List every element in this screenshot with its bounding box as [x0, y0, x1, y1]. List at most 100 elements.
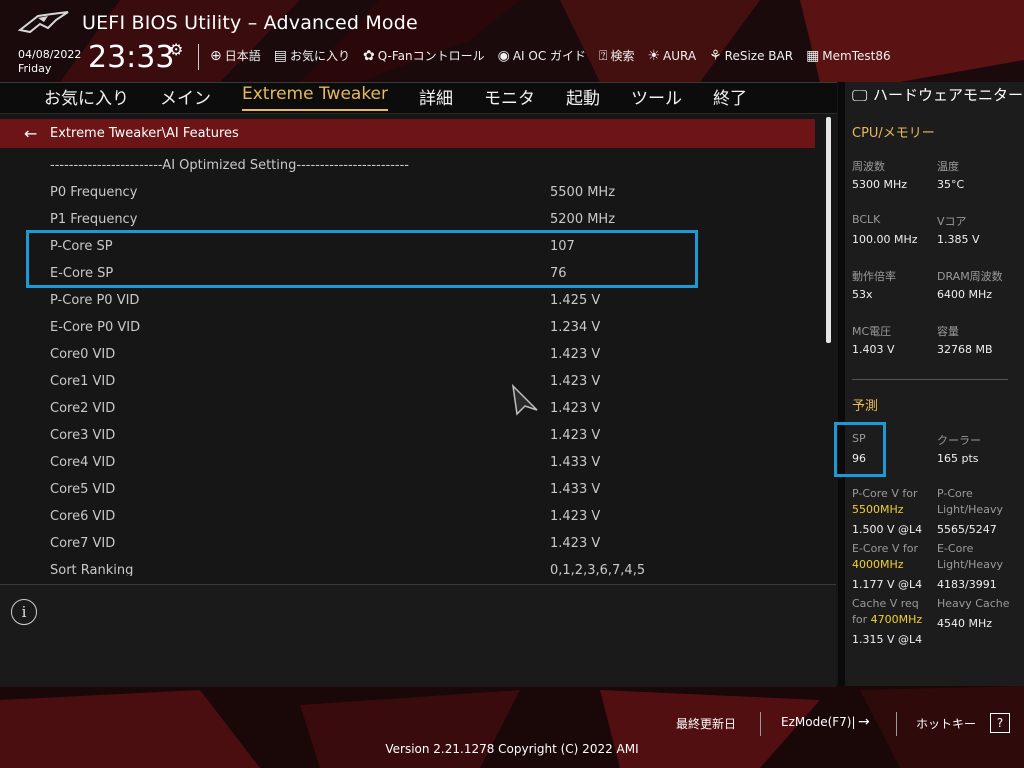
setting-row[interactable]: Core6 VID 1.423 V	[50, 509, 750, 536]
toolbar-item-memtest[interactable]: ▦ MemTest86	[806, 47, 891, 64]
pcore-lh-label: P-Core	[937, 487, 973, 500]
clock-display: 23:33	[88, 40, 175, 75]
hw-stat-value: 1.385 V	[937, 233, 980, 246]
setting-value: 1.423 V	[550, 401, 601, 416]
setting-label: Core1 VID	[50, 374, 116, 389]
menu-tab-2[interactable]: Extreme Tweaker	[242, 84, 389, 111]
gear-icon[interactable]: ⚙	[169, 40, 183, 59]
ecore-lh-value: 4183/3991	[937, 578, 997, 591]
setting-value: 1.234 V	[550, 320, 601, 335]
hw-stat-label: 容量	[937, 325, 959, 338]
setting-value: 1.423 V	[550, 347, 601, 362]
setting-value: 0,1,2,3,6,7,4,5	[550, 563, 646, 576]
setting-row[interactable]: Sort Ranking 0,1,2,3,6,7,4,5	[50, 563, 750, 576]
setting-row[interactable]: P-Core P0 VID 1.425 V	[50, 293, 750, 320]
menu-tab-0[interactable]: お気に入り	[44, 84, 129, 111]
ezmode-button[interactable]: EzMode(F7)|	[781, 715, 856, 729]
toolbar-label: 日本語	[224, 49, 261, 63]
setting-label: Core2 VID	[50, 401, 116, 416]
menu-tab-3[interactable]: 詳細	[419, 84, 453, 111]
header-divider	[198, 44, 199, 70]
aura-icon: ☀	[647, 47, 661, 64]
setting-row[interactable]: Core3 VID 1.423 V	[50, 428, 750, 455]
hardware-divider	[852, 379, 1008, 380]
setting-row[interactable]: Core4 VID 1.433 V	[50, 455, 750, 482]
hw-stat-label: DRAM周波数	[937, 270, 1003, 283]
scrollbar[interactable]	[826, 117, 831, 343]
pcore-lh-value: 5565/5247	[937, 523, 997, 536]
menu-tab-6[interactable]: ツール	[631, 84, 682, 111]
setting-row[interactable]: Core1 VID 1.423 V	[50, 374, 750, 401]
ecore-v-label: E-Core V for	[852, 542, 919, 555]
hw-stat-label: BCLK	[852, 213, 881, 226]
setting-row[interactable]: P0 Frequency 5500 MHz	[50, 185, 750, 212]
rog-logo	[18, 11, 69, 34]
toolbar-item-ai-oc[interactable]: ◉ AI OC ガイド	[498, 47, 586, 64]
highlight-box-core-sp	[26, 230, 698, 288]
back-arrow-icon[interactable]: ←	[24, 124, 37, 143]
setting-label: Core7 VID	[50, 536, 116, 551]
hw-stat-value: 5300 MHz	[852, 178, 908, 191]
toolbar-item-globe[interactable]: ⊕ 日本語	[210, 47, 261, 64]
menu-tab-5[interactable]: 起動	[566, 84, 600, 111]
setting-value: 5200 MHz	[550, 212, 616, 227]
setting-row[interactable]: Core2 VID 1.423 V	[50, 401, 750, 428]
setting-label: P-Core P0 VID	[50, 293, 140, 308]
setting-row[interactable]: Core5 VID 1.433 V	[50, 482, 750, 509]
toolbar: ⊕ 日本語 ▤ お気に入り ✿ Q-Fanコントロール ◉ AI OC ガイド ⍰ 検索 ☀ AURA…	[210, 47, 904, 64]
setting-row[interactable]: E-Core P0 VID 1.234 V	[50, 320, 750, 347]
setting-row[interactable]: Core0 VID 1.423 V	[50, 347, 750, 374]
prediction-heading: 予測	[852, 399, 879, 414]
menu-tab-1[interactable]: メイン	[160, 84, 211, 111]
ai-oc-icon: ◉	[497, 47, 510, 64]
hardware-monitor-title: ハードウェアモニター	[873, 86, 1024, 104]
settings-list: ------------------------AI Optimized Set…	[0, 150, 835, 576]
setting-label: P1 Frequency	[50, 212, 138, 227]
footer-divider	[760, 712, 761, 736]
footer-divider	[896, 712, 897, 736]
toolbar-item-resize-bar[interactable]: ⚘ ReSize BAR	[709, 47, 793, 64]
cache-v-freq: 4700MHz	[870, 613, 923, 626]
last-modified-button[interactable]: 最終更新日	[676, 715, 736, 732]
hw-stat-value: 6400 MHz	[937, 288, 993, 301]
hotkeys-button[interactable]: ホットキー	[916, 715, 976, 732]
setting-label: P0 Frequency	[50, 185, 138, 200]
setting-value: 1.423 V	[550, 509, 601, 524]
setting-label: E-Core P0 VID	[50, 320, 141, 335]
search-icon: ⍰	[599, 47, 608, 64]
toolbar-label: ReSize BAR	[724, 48, 794, 63]
hw-stat-value: 32768 MB	[937, 343, 993, 356]
question-icon[interactable]: ?	[990, 713, 1010, 733]
hw-stat-value: 1.403 V	[852, 343, 895, 356]
setting-label: Core4 VID	[50, 455, 116, 470]
fan-icon: ✿	[363, 47, 375, 64]
section-header-text: ------------------------AI Optimized Set…	[50, 158, 409, 173]
toolbar-label: AURA	[663, 48, 697, 63]
hw-stat-value: 100.00 MHz	[852, 233, 918, 246]
favorites-icon: ▤	[273, 47, 287, 64]
globe-icon: ⊕	[210, 47, 222, 64]
main-menu: お気に入り メイン Extreme Tweaker 詳細 モニタ 起動 ツール 終了	[44, 84, 778, 111]
version-text: Version 2.21.1278 Copyright (C) 2022 AMI	[385, 742, 639, 756]
hw-stat-value: 53x	[852, 288, 873, 301]
hw-stat-label: 動作倍率	[852, 270, 896, 283]
toolbar-item-fan[interactable]: ✿ Q-Fanコントロール	[363, 47, 485, 64]
setting-label: Sort Ranking	[50, 563, 134, 576]
setting-value: 1.433 V	[550, 482, 601, 497]
pcore-v-value: 1.500 V @L4	[852, 523, 923, 536]
heavy-cache-label: Heavy Cache	[937, 597, 1010, 610]
exit-arrow-icon[interactable]: →	[858, 714, 870, 730]
menu-tab-4[interactable]: モニタ	[484, 84, 535, 111]
cache-v-label: Cache V req	[852, 597, 919, 610]
toolbar-item-aura[interactable]: ☀ AURA	[647, 47, 696, 64]
toolbar-item-favorites[interactable]: ▤ お気に入り	[274, 47, 350, 64]
toolbar-label: Q-Fanコントロール	[377, 49, 485, 63]
menu-tab-7[interactable]: 終了	[713, 84, 747, 111]
toolbar-label: 検索	[610, 49, 635, 63]
toolbar-item-search[interactable]: ⍰ 検索	[599, 47, 634, 64]
hw-stat-label: MC電圧	[852, 325, 892, 338]
ecore-v-value: 1.177 V @L4	[852, 578, 923, 591]
setting-row[interactable]: Core7 VID 1.423 V	[50, 536, 750, 563]
highlight-box-sp	[834, 422, 886, 477]
date-display: 04/08/2022 Friday	[18, 48, 81, 76]
